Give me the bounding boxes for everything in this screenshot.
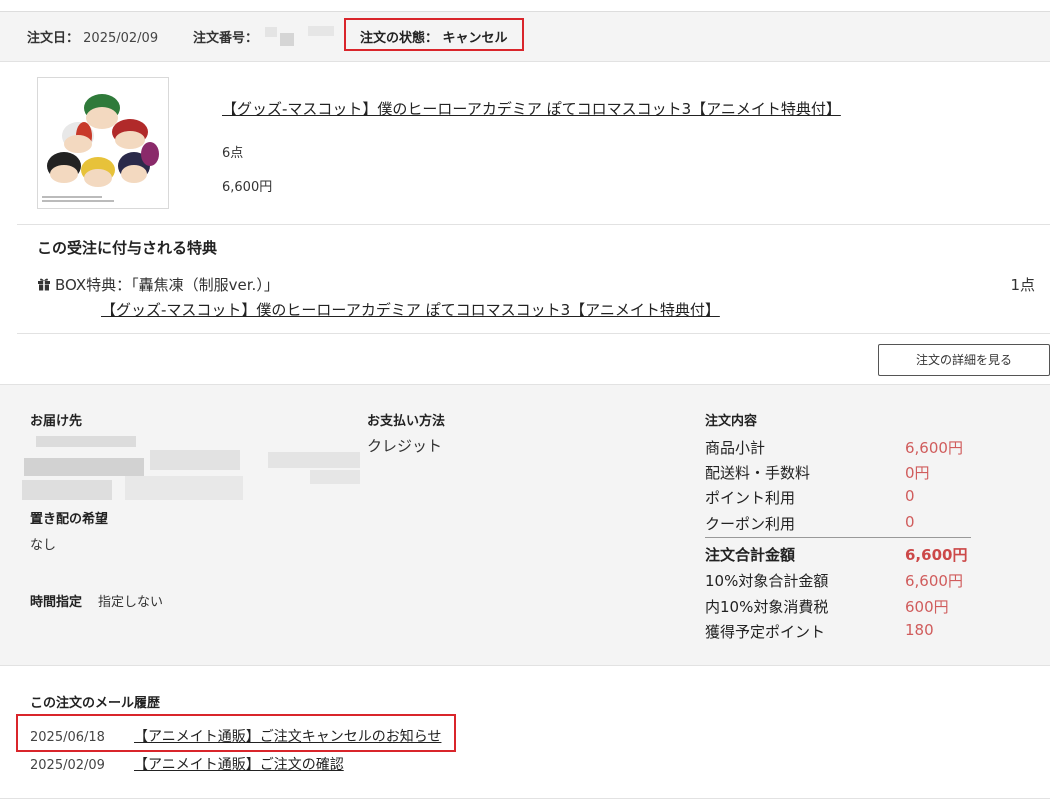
summary-value: 6,600円 [905, 572, 963, 590]
summary-value: 0 [905, 513, 915, 531]
mail-date: 2025/02/09 [30, 758, 105, 773]
summary-divider [705, 537, 971, 538]
order-number: 注文番号： [193, 27, 258, 46]
mail-date: 2025/06/18 [30, 730, 105, 745]
payment-heading: お支払い方法 [367, 414, 446, 429]
bonus-item: BOX特典：「轟焦凍（制服ver.）」 [37, 274, 279, 295]
time-value: 指定しない [98, 595, 164, 610]
mail-subject-link[interactable]: 【アニメイト通販】ご注文キャンセルのお知らせ [134, 729, 441, 745]
mail-subject-link[interactable]: 【アニメイト通販】ご注文の確認 [134, 757, 344, 773]
product-quantity: 6点 [222, 146, 244, 161]
summary-total-label: 注文合計金額 [705, 546, 796, 564]
summary-value: 6,600円 [905, 439, 963, 457]
order-date-label: 注文日： [27, 31, 80, 46]
delivery-heading: お届け先 [30, 414, 83, 429]
summary-label: 商品小計 [705, 439, 766, 457]
mail-history-heading: この注文のメール履歴 [30, 696, 161, 711]
time-label: 時間指定 [30, 595, 83, 610]
summary-row-subtotal: 商品小計 6,600円 [705, 437, 971, 459]
summary-label: 獲得予定ポイント [705, 623, 826, 641]
summary-label: ポイント利用 [705, 489, 796, 507]
summary-value: 600円 [905, 598, 949, 616]
summary-label: 10%対象合計金額 [705, 572, 829, 590]
summary-value: 180 [905, 621, 934, 639]
order-header: 注文日： 2025/02/09 注文番号： 注文の状態： キャンセル [0, 11, 1050, 62]
order-number-label: 注文番号： [193, 31, 259, 46]
summary-row-total: 注文合計金額 6,600円 [705, 544, 971, 566]
gift-icon [38, 278, 50, 291]
summary-row-shipping: 配送料・手数料 0円 [705, 462, 971, 484]
divider [17, 333, 1050, 334]
okihai-value: なし [30, 538, 57, 553]
summary-label: 配送料・手数料 [705, 464, 811, 482]
order-detail-button[interactable]: 注文の詳細を見る [878, 344, 1050, 376]
summary-heading: 注文内容 [705, 414, 758, 429]
okihai-heading: 置き配の希望 [30, 512, 109, 527]
mail-item: 2025/06/18 【アニメイト通販】ご注文キャンセルのお知らせ [30, 726, 441, 746]
summary-row-coupon: クーポン利用 0 [705, 513, 971, 535]
order-date-value: 2025/02/09 [83, 31, 159, 46]
divider [0, 798, 1050, 799]
summary-row-tax: 内10%対象消費税 600円 [705, 596, 971, 618]
summary-row-earned-points: 獲得予定ポイント 180 [705, 621, 971, 643]
summary-value: 0 [905, 487, 915, 505]
order-status-label: 注文の状態： [360, 31, 439, 46]
summary-label: クーポン利用 [705, 515, 796, 533]
divider [17, 224, 1050, 225]
mail-item: 2025/02/09 【アニメイト通販】ご注文の確認 [30, 754, 344, 774]
bonus-heading: この受注に付与される特典 [37, 239, 218, 257]
bonus-quantity: 1点 [1010, 276, 1035, 294]
bonus-product-link[interactable]: 【グッズ-マスコット】僕のヒーローアカデミア ぽてコロマスコット3【アニメイト特… [101, 299, 720, 320]
product-price: 6,600円 [222, 180, 273, 195]
summary-row-points: ポイント利用 0 [705, 487, 971, 509]
order-date: 注文日： 2025/02/09 [27, 27, 158, 46]
payment-method: クレジット [367, 437, 443, 455]
product-title-link[interactable]: 【グッズ-マスコット】僕のヒーローアカデミア ぽてコロマスコット3【アニメイト特… [222, 98, 841, 119]
order-status-highlight: 注文の状態： キャンセル [344, 18, 524, 51]
order-status-value: キャンセル [442, 31, 508, 46]
product-thumbnail[interactable] [37, 77, 169, 209]
summary-total-value: 6,600円 [905, 546, 968, 564]
summary-value: 0円 [905, 464, 930, 482]
product-image [38, 78, 168, 208]
bonus-label: BOX特典：「轟焦凍（制服ver.）」 [55, 276, 279, 294]
summary-row-taxable: 10%対象合計金額 6,600円 [705, 570, 971, 592]
summary-label: 内10%対象消費税 [705, 598, 829, 616]
